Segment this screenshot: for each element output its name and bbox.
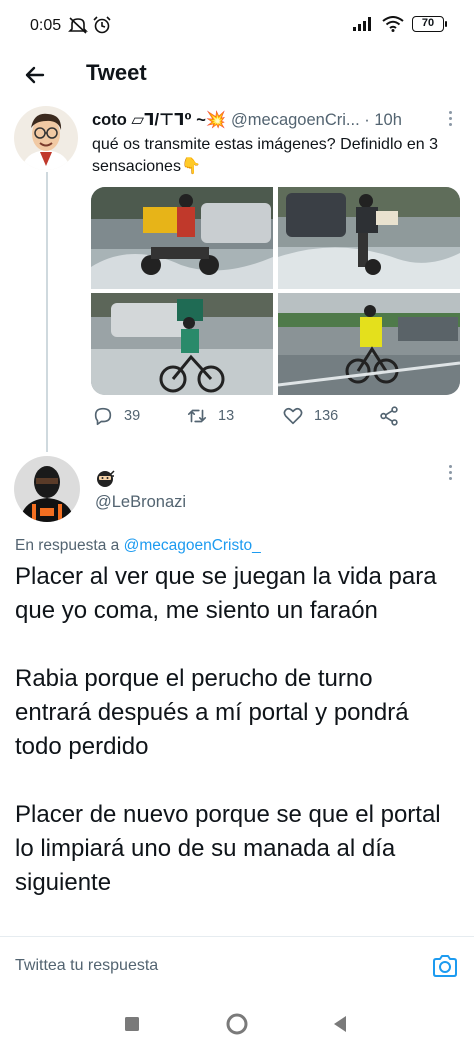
reply-paragraph: Placer al ver que se juegan la vida para… (15, 563, 437, 624)
more-icon (448, 110, 452, 114)
wifi-icon (382, 16, 404, 32)
media-photo-4[interactable] (278, 293, 460, 395)
reply-icon (94, 407, 112, 426)
status-bar: 0:05 70 (0, 0, 474, 46)
status-time: 0:05 (30, 17, 62, 34)
retweet-icon (187, 409, 207, 423)
photo-rider-rain-1 (91, 187, 273, 289)
retweet-count: 13 (218, 408, 235, 424)
reply-compose-bar: Twittea tu respuesta (0, 936, 474, 994)
signal-icon (353, 17, 371, 31)
back-arrow-icon (25, 66, 45, 84)
nav-back-button[interactable] (326, 1010, 354, 1038)
avatar-image (14, 106, 78, 170)
share-button[interactable] (378, 405, 400, 427)
page-title: Tweet (86, 60, 147, 85)
back-button[interactable] (18, 58, 52, 92)
muted-notification-icon (68, 17, 88, 34)
tweet-more-button[interactable] (440, 104, 460, 132)
reply-paragraph: Rabia porque el perucho de turno entrará… (15, 665, 409, 760)
in-reply-to-line: En respuesta a @mecagoenCristo_ (15, 537, 261, 555)
status-system-icons: 70 (352, 16, 447, 32)
photo-cyclist-rain-2 (278, 293, 460, 395)
ninja-emoji-icon (97, 470, 115, 487)
tweet-time: 10h (374, 111, 402, 129)
nav-home-button[interactable] (223, 1010, 251, 1038)
author-avatar[interactable] (14, 106, 78, 170)
reply-text: Placer al ver que se juegan la vida para… (15, 560, 455, 934)
nav-back-icon (334, 1016, 346, 1032)
more-icon (448, 464, 452, 468)
like-button[interactable]: 136 (282, 405, 338, 427)
media-photo-1[interactable] (91, 187, 273, 289)
reply-paragraph: Placer de nuevo porque se que el portal … (15, 801, 441, 896)
author-handle[interactable]: @mecagoenCri... (231, 111, 360, 129)
reply-author-handle[interactable]: @LeBronazi (95, 493, 186, 512)
reply-more-button[interactable] (440, 458, 460, 486)
reply-button[interactable]: 39 (92, 405, 140, 427)
in-reply-to-prefix: En respuesta a (15, 537, 120, 554)
status-notification-icons (68, 16, 112, 34)
like-count: 136 (314, 408, 339, 424)
nav-recents-button[interactable] (118, 1010, 146, 1038)
system-navigation-bar (0, 994, 474, 1053)
nav-home-icon (226, 1013, 248, 1035)
share-icon (380, 406, 398, 426)
tweet-media-grid[interactable] (91, 187, 460, 395)
camera-icon[interactable] (430, 951, 460, 981)
reply-author-avatar[interactable] (14, 456, 80, 522)
media-photo-3[interactable] (91, 293, 273, 395)
reply-compose-input[interactable]: Twittea tu respuesta (15, 957, 158, 975)
reply-avatar-image (14, 456, 80, 522)
tweet-header: coto ▱ᒣ/⊤ᒣ⁰ ~💥 @mecagoenCri... · 10h (92, 110, 462, 130)
retweet-button[interactable]: 13 (186, 405, 234, 427)
in-reply-to-handle-link[interactable]: @mecagoenCristo_ (124, 537, 261, 554)
alarm-icon (93, 16, 111, 34)
photo-rider-rain-2 (278, 187, 460, 289)
reply-count: 39 (124, 408, 141, 424)
thread-connector-line (46, 172, 48, 452)
tweet-text: qué os transmite estas imágenes? Definid… (92, 136, 438, 175)
media-photo-2[interactable] (278, 187, 460, 289)
nav-recents-icon (125, 1017, 139, 1031)
battery-indicator: 70 (412, 16, 447, 32)
tweet-actions: 39 13 136 (92, 405, 412, 433)
top-bar: Tweet (0, 46, 474, 104)
like-icon (283, 407, 303, 425)
photo-cyclist-rain-1 (91, 293, 273, 395)
author-display-name[interactable]: coto ▱ᒣ/⊤ᒣ⁰ ~💥 (92, 111, 226, 129)
meta-separator: · (364, 111, 370, 129)
